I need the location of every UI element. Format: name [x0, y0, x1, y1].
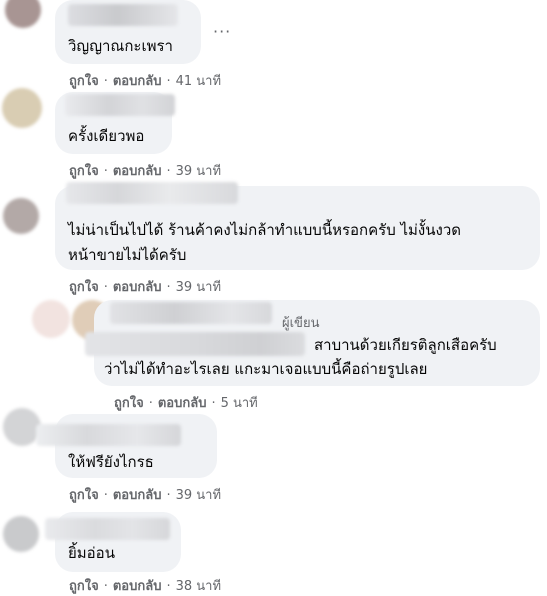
comment-time[interactable]: 39 นาที: [176, 164, 221, 179]
comment-text-line: ว่าไม่ได้ทำอะไรเลย แกะมาเจอแบบนี้คือถ่าย…: [104, 360, 428, 378]
avatar[interactable]: [3, 198, 39, 234]
comment-text-line: สาบานด้วยเกียรติลูกเสือครับ: [314, 336, 497, 354]
avatar[interactable]: [3, 516, 39, 552]
like-button[interactable]: ถูกใจ: [114, 396, 144, 411]
more-dots-icon[interactable]: ···: [213, 22, 231, 41]
avatar[interactable]: [2, 88, 42, 128]
comment-text: ครั้งเดียวพอ: [68, 127, 145, 145]
comment-text-line: หน้าขายไม่ได้ครับ: [68, 246, 187, 264]
comment-time[interactable]: 41 นาที: [176, 74, 221, 89]
author-badge: ผู้เขียน: [282, 316, 320, 331]
mention-name-blurred[interactable]: [85, 332, 305, 356]
like-button[interactable]: ถูกใจ: [69, 280, 99, 295]
reply-button[interactable]: ตอบกลับ: [113, 488, 162, 503]
comment-actions: ถูกใจ · ตอบกลับ · 39 นาที: [69, 488, 222, 503]
like-button[interactable]: ถูกใจ: [69, 164, 99, 179]
like-button[interactable]: ถูกใจ: [69, 488, 99, 503]
commenter-name-blurred[interactable]: [65, 94, 175, 116]
comment-actions: ถูกใจ · ตอบกลับ · 5 นาที: [114, 396, 258, 411]
reply-button[interactable]: ตอบกลับ: [113, 164, 162, 179]
like-button[interactable]: ถูกใจ: [69, 74, 99, 89]
reply-button[interactable]: ตอบกลับ: [158, 396, 207, 411]
commenter-name-blurred[interactable]: [36, 424, 181, 446]
commenter-name-blurred[interactable]: [68, 4, 178, 26]
comment-time[interactable]: 38 นาที: [176, 579, 221, 594]
comment-actions: ถูกใจ · ตอบกลับ · 39 นาที: [69, 280, 222, 295]
comment-actions: ถูกใจ · ตอบกลับ · 41 นาที: [69, 74, 222, 89]
commenter-name-blurred[interactable]: [66, 182, 238, 204]
comment-text-line: ไม่น่าเป็นไปได้ ร้านค้าคงไม่กล้าทำแบบนี้…: [68, 221, 461, 239]
reply-button[interactable]: ตอบกลับ: [113, 280, 162, 295]
comment-actions: ถูกใจ · ตอบกลับ · 38 นาที: [69, 579, 222, 594]
reply-button[interactable]: ตอบกลับ: [113, 579, 162, 594]
comment-text: วิญญาณกะเพรา: [68, 37, 173, 55]
comment-time[interactable]: 39 นาที: [176, 280, 221, 295]
comment-time[interactable]: 39 นาที: [176, 488, 221, 503]
commenter-name-blurred[interactable]: [45, 518, 170, 540]
comment-text: ยิ้มอ่อน: [68, 544, 115, 562]
avatar[interactable]: [5, 0, 41, 28]
comment-text: ให้ฟรียังไกรธ: [68, 453, 154, 471]
like-button[interactable]: ถูกใจ: [69, 579, 99, 594]
comment-actions: ถูกใจ · ตอบกลับ · 39 นาที: [69, 164, 222, 179]
comment-time[interactable]: 5 นาที: [221, 396, 258, 411]
avatar[interactable]: [32, 300, 70, 338]
commenter-name-blurred[interactable]: [110, 302, 272, 324]
reply-button[interactable]: ตอบกลับ: [113, 74, 162, 89]
